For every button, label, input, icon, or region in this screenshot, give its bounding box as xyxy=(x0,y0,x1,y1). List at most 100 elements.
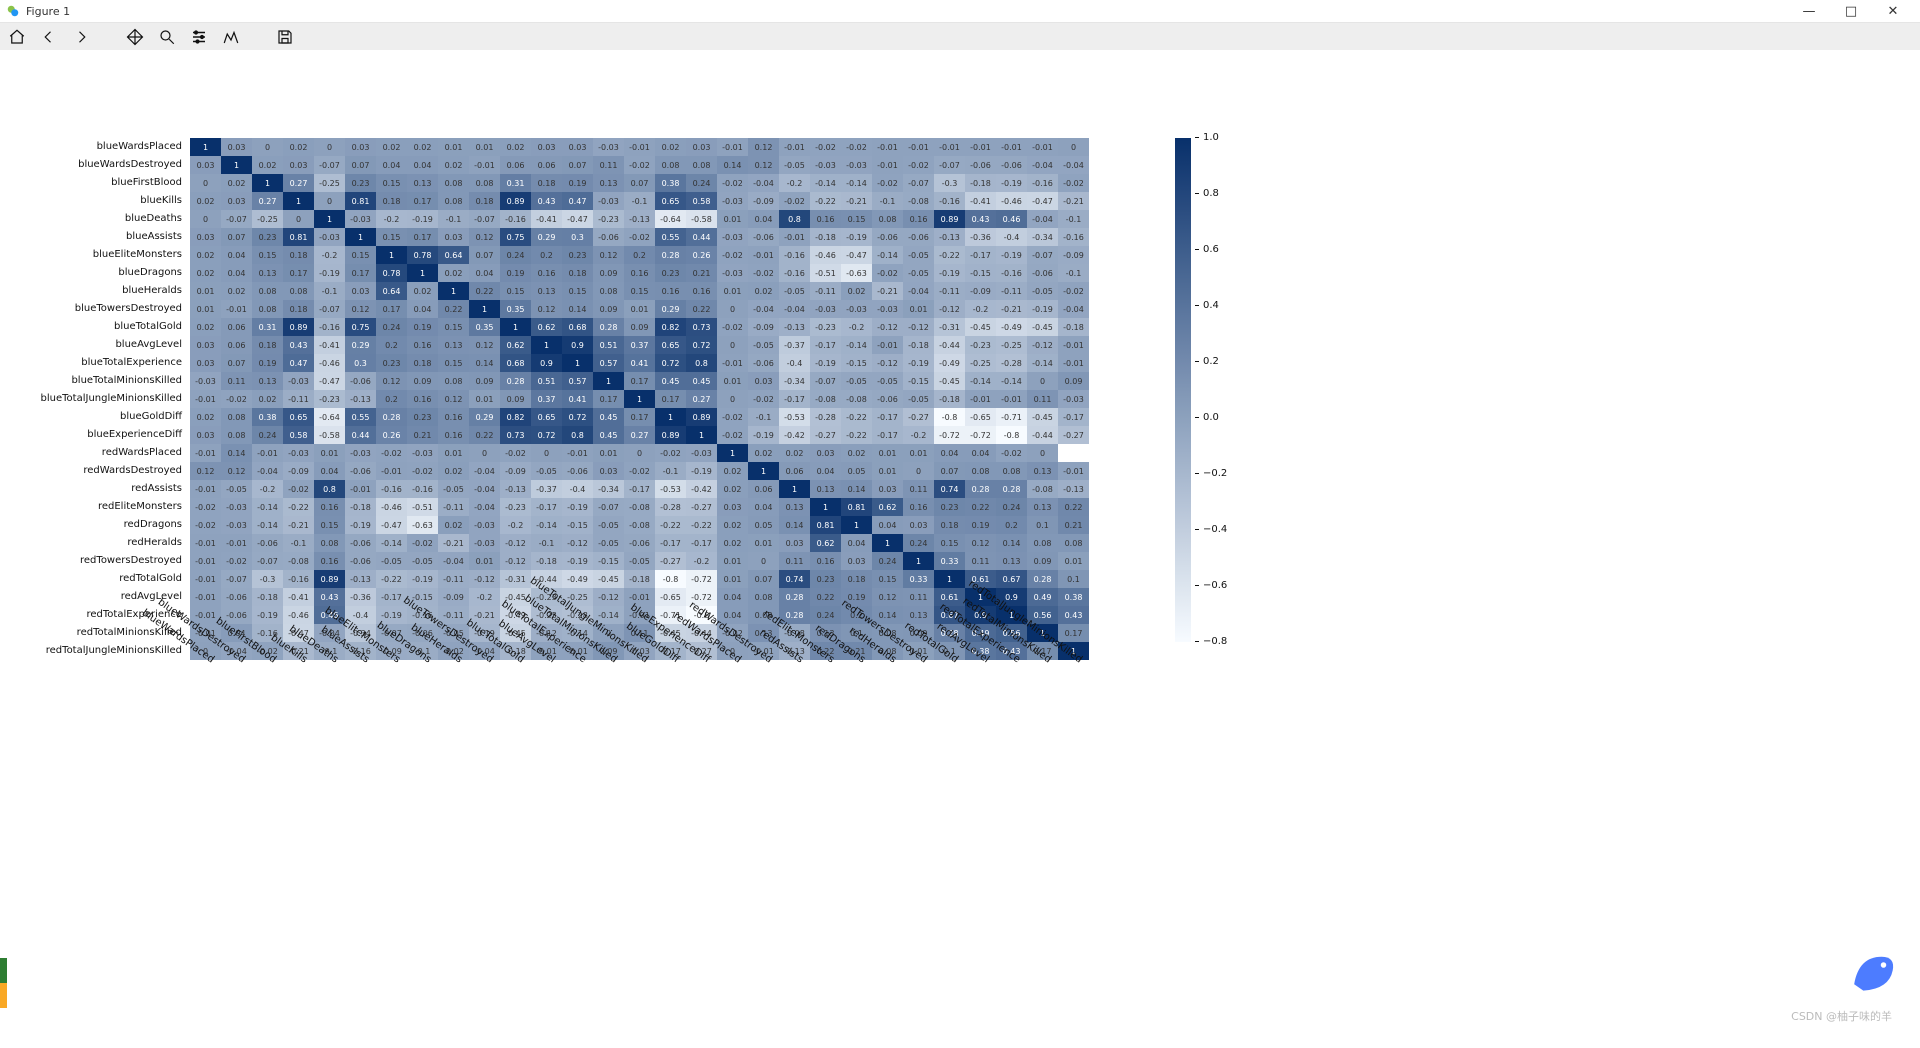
heatmap-cell: -0.2 xyxy=(965,300,996,318)
minimize-button[interactable]: — xyxy=(1788,4,1830,19)
heatmap-cell: 0.17 xyxy=(1058,624,1089,642)
heatmap-cell: -0.04 xyxy=(469,498,500,516)
heatmap-cell: -0.19 xyxy=(345,516,376,534)
heatmap-cell: 0.03 xyxy=(593,462,624,480)
heatmap-cell: -0.02 xyxy=(190,498,221,516)
heatmap-cell: -0.05 xyxy=(531,462,562,480)
heatmap-cell: -0.03 xyxy=(810,156,841,174)
maximize-button[interactable]: □ xyxy=(1830,4,1872,19)
heatmap-cell: 0.24 xyxy=(996,498,1027,516)
heatmap-cell: 0.18 xyxy=(562,264,593,282)
save-icon[interactable] xyxy=(276,28,294,46)
edit-icon[interactable] xyxy=(222,28,240,46)
heatmap-cell: -0.02 xyxy=(872,264,903,282)
heatmap-cell: -0.06 xyxy=(1027,264,1058,282)
y-tick-label: blueHeralds xyxy=(0,282,186,300)
close-button[interactable]: ✕ xyxy=(1872,4,1914,19)
forward-icon[interactable] xyxy=(72,28,90,46)
heatmap-cell: 0.02 xyxy=(717,516,748,534)
heatmap-cell: 0.73 xyxy=(500,426,531,444)
heatmap-cell: 0.03 xyxy=(872,480,903,498)
heatmap-cell: -0.01 xyxy=(965,138,996,156)
heatmap-cell: 0.8 xyxy=(686,354,717,372)
heatmap-cell: 0.07 xyxy=(469,246,500,264)
heatmap-cell: -0.07 xyxy=(221,210,252,228)
back-icon[interactable] xyxy=(40,28,58,46)
assistant-bird-icon[interactable] xyxy=(1845,943,1900,998)
heatmap-cell: -0.01 xyxy=(996,138,1027,156)
heatmap-cell: -0.02 xyxy=(779,192,810,210)
home-icon[interactable] xyxy=(8,28,26,46)
pan-icon[interactable] xyxy=(126,28,144,46)
heatmap-cell: 0.65 xyxy=(283,408,314,426)
heatmap-cell: 0.27 xyxy=(283,174,314,192)
heatmap-cell: 0.01 xyxy=(190,282,221,300)
heatmap-cell: -0.02 xyxy=(996,444,1027,462)
heatmap-cell: 0.67 xyxy=(996,570,1027,588)
heatmap-cell: 0.07 xyxy=(624,174,655,192)
heatmap-cell: -0.44 xyxy=(1027,426,1058,444)
heatmap-cell: -0.01 xyxy=(190,390,221,408)
heatmap-cell: 0.18 xyxy=(283,300,314,318)
heatmap-cell: 0.03 xyxy=(438,228,469,246)
heatmap-cell: -0.46 xyxy=(376,498,407,516)
heatmap-cell: 0 xyxy=(717,300,748,318)
heatmap-cell: -0.47 xyxy=(314,372,345,390)
heatmap-cell: 0.06 xyxy=(779,462,810,480)
heatmap-cell: 0.22 xyxy=(438,300,469,318)
heatmap-cell: -0.05 xyxy=(779,282,810,300)
heatmap-cell: -0.23 xyxy=(314,390,345,408)
heatmap-cell: 0.19 xyxy=(500,264,531,282)
heatmap-cell: -0.06 xyxy=(345,534,376,552)
heatmap-cell: 0.38 xyxy=(655,174,686,192)
heatmap-cell: -0.02 xyxy=(376,444,407,462)
heatmap-cell: -0.31 xyxy=(500,570,531,588)
y-tick-label: blueFirstBlood xyxy=(0,174,186,192)
heatmap-cell: 0.43 xyxy=(314,588,345,606)
heatmap-cell: -0.02 xyxy=(872,174,903,192)
configure-icon[interactable] xyxy=(190,28,208,46)
heatmap-cell: 0.14 xyxy=(996,534,1027,552)
heatmap-cell: -0.19 xyxy=(686,462,717,480)
heatmap-cell: -0.17 xyxy=(872,426,903,444)
heatmap-cell: 0.22 xyxy=(469,282,500,300)
heatmap-cell: -0.41 xyxy=(531,210,562,228)
heatmap-cell: 0.68 xyxy=(500,354,531,372)
heatmap-cell: -0.47 xyxy=(841,246,872,264)
colorbar-tick: 0.0 xyxy=(1195,412,1219,423)
heatmap-cell: 0.33 xyxy=(903,570,934,588)
heatmap-cell: -0.2 xyxy=(252,480,283,498)
heatmap-cell: -0.08 xyxy=(624,516,655,534)
heatmap-cell: -0.21 xyxy=(283,516,314,534)
heatmap-cell: -0.22 xyxy=(841,426,872,444)
heatmap-cell: 0 xyxy=(717,390,748,408)
heatmap-cell: 0.31 xyxy=(252,318,283,336)
heatmap-cell: -0.16 xyxy=(407,480,438,498)
heatmap-cell: 0.46 xyxy=(996,210,1027,228)
heatmap-cell: -0.19 xyxy=(314,264,345,282)
heatmap-cell: -0.16 xyxy=(500,210,531,228)
heatmap-cell: 0.04 xyxy=(748,498,779,516)
heatmap-cell: -0.09 xyxy=(500,462,531,480)
heatmap-cell: 0.03 xyxy=(686,138,717,156)
heatmap-cell: 0.15 xyxy=(314,516,345,534)
heatmap-cell: 0.03 xyxy=(190,336,221,354)
heatmap-cell: 0.02 xyxy=(438,264,469,282)
heatmap-cell: -0.27 xyxy=(1058,426,1089,444)
heatmap-cell: -0.14 xyxy=(531,516,562,534)
heatmap-cell: 0.09 xyxy=(1027,552,1058,570)
heatmap-cell: -0.01 xyxy=(190,534,221,552)
heatmap-cell: 0.01 xyxy=(872,462,903,480)
zoom-icon[interactable] xyxy=(158,28,176,46)
heatmap-cell: 0.23 xyxy=(376,354,407,372)
y-tick-label: blueKills xyxy=(0,192,186,210)
heatmap-cell: 0.02 xyxy=(438,462,469,480)
heatmap-cell: -0.01 xyxy=(190,444,221,462)
heatmap-cell: 0.22 xyxy=(810,588,841,606)
heatmap-cell: -0.19 xyxy=(934,264,965,282)
heatmap-cell: 0.62 xyxy=(810,534,841,552)
heatmap-cell: -0.06 xyxy=(593,228,624,246)
heatmap-cell: 0.78 xyxy=(407,246,438,264)
heatmap-cell: 0.17 xyxy=(283,264,314,282)
heatmap-cell: 0 xyxy=(314,192,345,210)
